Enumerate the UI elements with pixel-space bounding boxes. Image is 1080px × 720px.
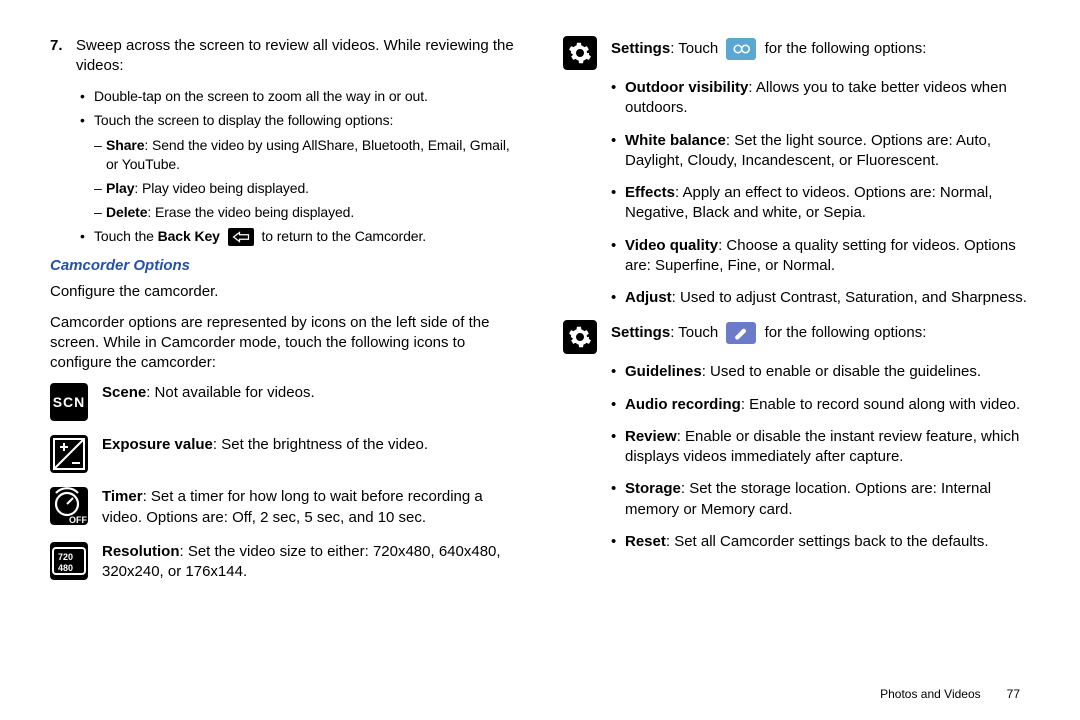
option-audio-recording: Audio recording: Enable to record sound … xyxy=(611,395,1030,415)
footer-section: Photos and Videos xyxy=(880,686,981,702)
option-white-balance: White balance: Set the light source. Opt… xyxy=(611,131,1030,172)
settings-group-2: Settings: Touch for the following option… xyxy=(563,320,1030,354)
option-adjust: Adjust: Used to adjust Contrast, Saturat… xyxy=(611,288,1030,308)
gear-icon xyxy=(563,36,597,70)
page-footer: Photos and Videos 77 xyxy=(880,686,1020,702)
step-text: Sweep across the screen to review all vi… xyxy=(76,36,517,77)
option-delete: Delete: Erase the video being displayed. xyxy=(94,203,517,222)
gear-icon xyxy=(563,320,597,354)
option-guidelines: Guidelines: Used to enable or disable th… xyxy=(611,362,1030,382)
camcorder-intro: Camcorder options are represented by ico… xyxy=(50,313,517,374)
exposure-icon xyxy=(50,435,88,473)
scene-icon: SCN xyxy=(50,383,88,421)
svg-text:480: 480 xyxy=(58,563,73,573)
option-exposure: Exposure value: Set the brightness of th… xyxy=(50,435,517,473)
bullet-back-key: Touch the Back Key to return to the Camc… xyxy=(80,227,517,246)
step-number: 7. xyxy=(50,36,76,77)
resolution-icon: 720480 xyxy=(50,542,88,580)
option-review: Review: Enable or disable the instant re… xyxy=(611,427,1030,468)
right-column: Settings: Touch for the following option… xyxy=(563,36,1030,696)
option-share: Share: Send the video by using AllShare,… xyxy=(94,136,517,174)
option-scene: SCN Scene: Not available for videos. xyxy=(50,383,517,421)
svg-text:720: 720 xyxy=(58,552,73,562)
back-key-icon xyxy=(228,228,254,246)
svg-text:OFF: OFF xyxy=(69,515,87,525)
configure-text: Configure the camcorder. xyxy=(50,282,517,302)
bullet-doubletap: Double-tap on the screen to zoom all the… xyxy=(80,87,517,106)
option-effects: Effects: Apply an effect to videos. Opti… xyxy=(611,183,1030,224)
section-title-camcorder-options: Camcorder Options xyxy=(50,256,517,276)
option-video-quality: Video quality: Choose a quality setting … xyxy=(611,236,1030,277)
footer-page-number: 77 xyxy=(1007,686,1020,702)
option-outdoor-visibility: Outdoor visibility: Allows you to take b… xyxy=(611,78,1030,119)
left-column: 7. Sweep across the screen to review all… xyxy=(50,36,517,696)
bullet-touch-options: Touch the screen to display the followin… xyxy=(80,111,517,130)
wrench-settings-icon xyxy=(726,322,756,344)
camera-settings-icon xyxy=(726,38,756,60)
option-resolution: 720480 Resolution: Set the video size to… xyxy=(50,542,517,583)
step-7: 7. Sweep across the screen to review all… xyxy=(50,36,517,77)
option-play: Play: Play video being displayed. xyxy=(94,179,517,198)
option-storage: Storage: Set the storage location. Optio… xyxy=(611,479,1030,520)
settings-group-1: Settings: Touch for the following option… xyxy=(563,36,1030,70)
option-reset: Reset: Set all Camcorder settings back t… xyxy=(611,532,1030,552)
timer-icon: OFF xyxy=(50,487,88,525)
option-timer: OFF Timer: Set a timer for how long to w… xyxy=(50,487,517,528)
